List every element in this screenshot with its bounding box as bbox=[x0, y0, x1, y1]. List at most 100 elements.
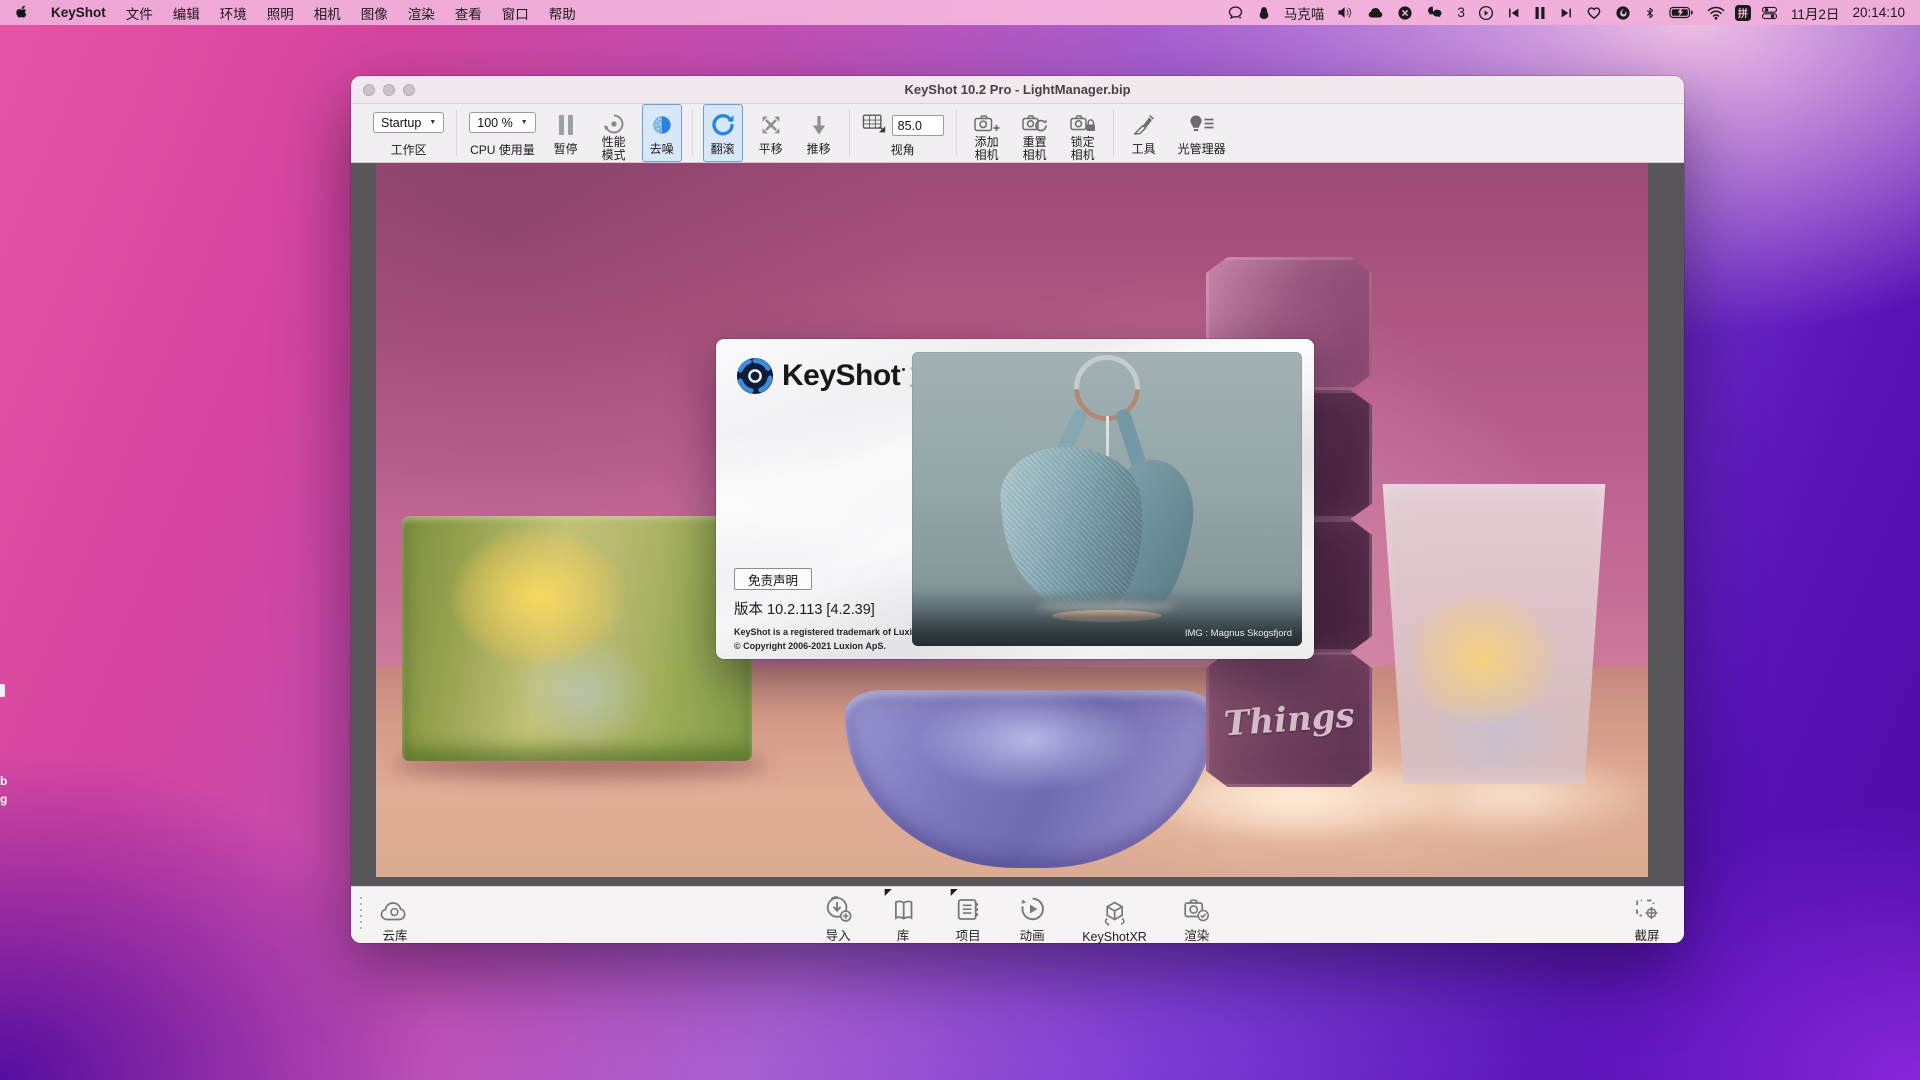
animation-button[interactable]: 动画 bbox=[1018, 893, 1046, 944]
menubar-date[interactable]: 11月2日 bbox=[1788, 3, 1843, 23]
cloud-library-button[interactable]: 云库 bbox=[379, 893, 411, 944]
keyshotxr-label: KeyShotXR bbox=[1082, 930, 1147, 944]
menu-item-render[interactable]: 渲染 bbox=[398, 3, 445, 23]
x-circle-icon[interactable] bbox=[1394, 5, 1416, 21]
next-track-icon[interactable] bbox=[1556, 5, 1576, 21]
reset-camera-label-2: 相机 bbox=[1023, 149, 1047, 162]
add-camera-button[interactable]: 添加 相机 bbox=[967, 104, 1007, 162]
screenshot-label: 截屏 bbox=[1634, 925, 1659, 944]
workspace-value: Startup bbox=[381, 116, 421, 130]
screenshot-icon bbox=[1632, 893, 1662, 923]
light-manager-button[interactable]: 光管理器 bbox=[1172, 104, 1232, 162]
pause-media-icon[interactable] bbox=[1531, 5, 1549, 21]
cpu-usage-dropdown[interactable]: 100 % ▼ bbox=[469, 112, 535, 133]
menu-bar: KeyShot 文件 编辑 环境 照明 相机 图像 渲染 查看 窗口 帮助 马克… bbox=[0, 0, 1920, 25]
pause-icon bbox=[557, 112, 575, 138]
input-method-icon[interactable]: 拼 bbox=[1735, 5, 1751, 21]
import-icon bbox=[824, 893, 852, 923]
logo-wordmark: KeyShot bbox=[782, 359, 900, 393]
qq-penguin-icon[interactable] bbox=[1254, 5, 1274, 21]
cloud-app-icon[interactable] bbox=[1364, 5, 1387, 21]
denoise-label: 去噪 bbox=[650, 143, 674, 156]
bluetooth-icon[interactable] bbox=[1641, 5, 1659, 21]
menu-app-name[interactable]: KeyShot bbox=[39, 5, 116, 20]
dock-drag-handle[interactable] bbox=[360, 897, 362, 933]
menu-item-file[interactable]: 文件 bbox=[116, 3, 163, 23]
keyshotxr-button[interactable]: KeyShotXR bbox=[1082, 898, 1147, 944]
menu-item-view[interactable]: 查看 bbox=[445, 3, 492, 23]
lock-camera-label-2: 相机 bbox=[1071, 149, 1095, 162]
view-angle-group: 视角 bbox=[850, 104, 956, 162]
screenshot-button[interactable]: 截屏 bbox=[1632, 893, 1662, 944]
desktop-label-fragment-2: g bbox=[0, 792, 7, 806]
window-title-bar[interactable]: KeyShot 10.2 Pro - LightManager.bip bbox=[351, 76, 1684, 104]
library-button[interactable]: 库 bbox=[888, 893, 918, 944]
chat-bubble-icon[interactable] bbox=[1224, 5, 1247, 21]
pan-button[interactable]: 平移 bbox=[751, 104, 791, 162]
wifi-icon[interactable] bbox=[1704, 5, 1728, 21]
frosted-candle-cup bbox=[1378, 484, 1610, 784]
tools-button[interactable]: 工具 bbox=[1124, 104, 1164, 162]
cloud-library-label: 云库 bbox=[382, 925, 407, 944]
trademark-dot bbox=[902, 368, 905, 371]
render-button[interactable]: 渲染 bbox=[1183, 893, 1211, 944]
cpu-usage-label: CPU 使用量 bbox=[470, 144, 535, 157]
cube-engraving-text: Things bbox=[1222, 695, 1355, 744]
tumble-button[interactable]: 翻滚 bbox=[703, 104, 743, 162]
menu-item-help[interactable]: 帮助 bbox=[539, 3, 586, 23]
workspace-dropdown[interactable]: Startup ▼ bbox=[373, 112, 444, 133]
performance-mode-icon bbox=[602, 112, 626, 136]
library-icon bbox=[888, 893, 918, 923]
render-label: 渲染 bbox=[1184, 925, 1209, 944]
workspace-group: Startup ▼ 工作区 bbox=[361, 104, 456, 162]
menu-item-edit[interactable]: 编辑 bbox=[163, 3, 210, 23]
utilities-group: 工具 光管理器 bbox=[1114, 104, 1242, 162]
performance-mode-label-1: 性能 bbox=[602, 136, 626, 149]
main-toolbar: Startup ▼ 工作区 100 % ▼ CPU 使用量 bbox=[351, 104, 1684, 163]
project-icon bbox=[954, 893, 982, 923]
menu-item-environment[interactable]: 环境 bbox=[210, 3, 257, 23]
menubar-time[interactable]: 20:14:10 bbox=[1849, 5, 1908, 20]
view-angle-input[interactable] bbox=[892, 115, 944, 136]
menu-item-camera[interactable]: 相机 bbox=[304, 3, 351, 23]
import-button[interactable]: 导入 bbox=[824, 893, 852, 944]
pause-render-button[interactable]: 暂停 bbox=[546, 104, 586, 162]
dolly-icon bbox=[807, 112, 831, 138]
flame-circle-icon[interactable] bbox=[1612, 5, 1634, 21]
previous-track-icon[interactable] bbox=[1504, 5, 1524, 21]
camera-group: 添加 相机 重置 相机 锁定 相机 bbox=[957, 104, 1113, 162]
desktop-label-fragment-1: b bbox=[0, 774, 7, 788]
lock-camera-button[interactable]: 锁定 相机 bbox=[1063, 104, 1103, 162]
menu-item-lighting[interactable]: 照明 bbox=[257, 3, 304, 23]
dolly-button[interactable]: 推移 bbox=[799, 104, 839, 162]
heart-icon[interactable] bbox=[1583, 5, 1605, 21]
menu-bar-left: KeyShot 文件 编辑 环境 照明 相机 图像 渲染 查看 窗口 帮助 bbox=[0, 3, 586, 23]
tumble-label: 翻滚 bbox=[711, 143, 735, 156]
menu-item-image[interactable]: 图像 bbox=[351, 3, 398, 23]
reset-camera-button[interactable]: 重置 相机 bbox=[1015, 104, 1055, 162]
bottom-toolbar: 云库 导入 库 bbox=[351, 886, 1684, 943]
control-center-icon[interactable] bbox=[1758, 5, 1781, 21]
menubar-username[interactable]: 马克喵 bbox=[1281, 3, 1328, 23]
wechat-icon[interactable] bbox=[1423, 5, 1447, 21]
denoise-button[interactable]: 去噪 bbox=[642, 104, 682, 162]
chevron-down-icon: ▼ bbox=[429, 119, 436, 126]
pan-icon bbox=[759, 112, 783, 138]
volume-icon[interactable] bbox=[1334, 5, 1357, 21]
menu-item-window[interactable]: 窗口 bbox=[492, 3, 539, 23]
performance-mode-label-2: 模式 bbox=[602, 149, 626, 162]
disclaimer-button[interactable]: 免责声明 bbox=[734, 568, 812, 590]
add-camera-label-1: 添加 bbox=[975, 136, 999, 149]
apple-menu-icon[interactable] bbox=[0, 4, 39, 21]
play-circle-icon[interactable] bbox=[1475, 5, 1497, 21]
project-button[interactable]: 项目 bbox=[954, 893, 982, 944]
performance-mode-button[interactable]: 性能 模式 bbox=[594, 104, 634, 162]
chevron-down-icon: ▼ bbox=[521, 119, 528, 126]
dock-center-group: 导入 库 项目 bbox=[824, 893, 1211, 944]
tumble-icon bbox=[711, 112, 735, 138]
pan-label: 平移 bbox=[759, 143, 783, 156]
image-credit: IMG : Magnus Skogsfjord bbox=[1185, 628, 1292, 639]
workspace-label: 工作区 bbox=[391, 144, 427, 157]
tools-icon bbox=[1132, 112, 1156, 138]
desktop-icon-fragment bbox=[0, 684, 5, 697]
